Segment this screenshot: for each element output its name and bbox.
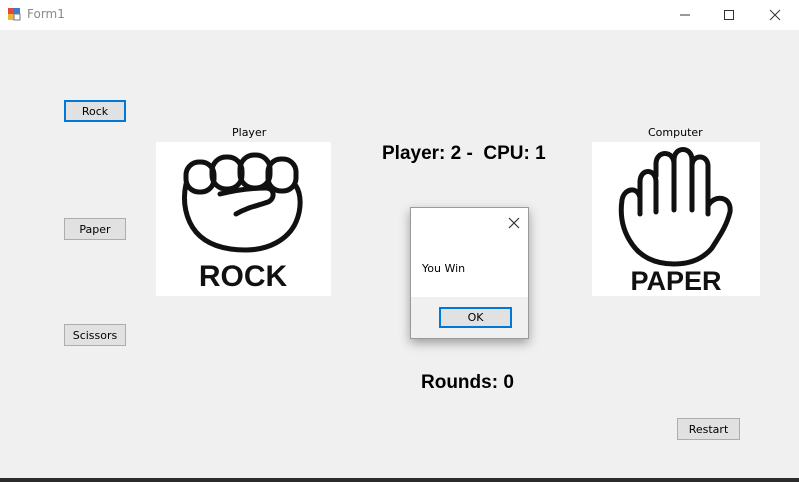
close-button[interactable]: [752, 0, 798, 30]
paper-image-text: PAPER: [630, 266, 721, 296]
paper-hand-icon: PAPER: [618, 147, 733, 296]
restart-button[interactable]: Restart: [677, 418, 740, 440]
rock-image-text: ROCK: [199, 260, 288, 293]
score-label: Player: 2 - CPU: 1: [382, 143, 546, 164]
computer-label: Computer: [648, 126, 703, 139]
ok-button[interactable]: OK: [439, 307, 512, 328]
maximize-button[interactable]: [706, 0, 752, 30]
maximize-icon: [724, 10, 734, 20]
rounds-label: Rounds: 0: [421, 372, 514, 393]
player-choice-image: ROCK: [156, 142, 331, 296]
window-title: Form1: [27, 7, 65, 21]
window-bottom-border: [0, 478, 799, 482]
dialog-close-button[interactable]: [505, 214, 523, 232]
title-bar: Form1: [0, 0, 799, 30]
computer-choice-image: PAPER: [592, 142, 760, 296]
minimize-icon: [680, 14, 690, 16]
rock-button[interactable]: Rock: [64, 100, 126, 122]
dialog-message: You Win: [422, 262, 466, 275]
player-label: Player: [232, 126, 267, 139]
app-icon: [8, 8, 21, 21]
minimize-button[interactable]: [662, 0, 708, 30]
dialog-footer: OK: [411, 297, 528, 338]
paper-button[interactable]: Paper: [64, 218, 126, 240]
close-icon: [769, 9, 781, 21]
rock-fist-icon: ROCK: [181, 152, 303, 293]
message-dialog: You Win OK: [410, 207, 529, 339]
scissors-button[interactable]: Scissors: [64, 324, 126, 346]
close-icon: [508, 217, 520, 229]
